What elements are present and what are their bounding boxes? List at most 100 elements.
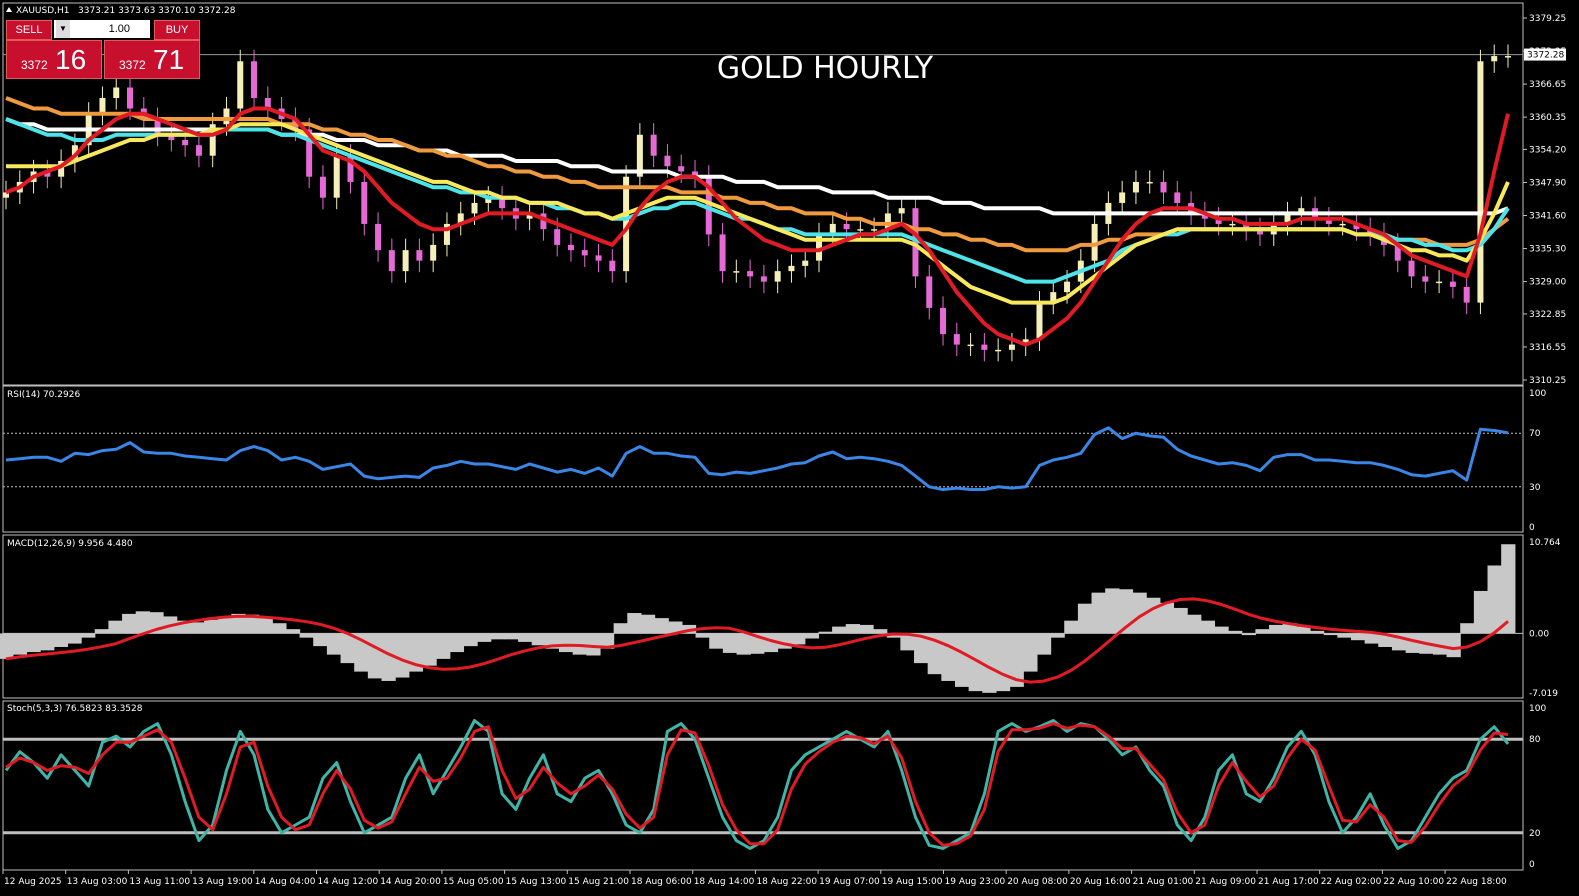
candle-body [1146,181,1153,184]
macd-hist-bar [40,633,55,651]
macd-hist-bar [954,633,970,687]
lot-up-icon[interactable] [134,20,148,38]
macd-hist-bar [613,623,628,634]
time-tick-label: 14 Aug 04:00 [255,877,316,887]
macd-hist-bar [1105,588,1120,634]
rsi-tick-label: 0 [1529,523,1535,533]
time-tick-label: 13 Aug 11:00 [129,877,190,887]
time-tick-label: 12 Aug 2025 [4,877,62,887]
price-tick-label: 3322.85 [1529,310,1566,320]
price-tick-label: 3316.55 [1529,343,1566,353]
macd-title: MACD(12,26,9) 9.956 4.480 [7,539,133,549]
macd-hist-bar [736,633,751,655]
time-tick-label: 22 Aug 02:00 [1321,877,1382,887]
lot-down-icon[interactable]: ▼ [56,20,70,38]
price-tick-label: 3360.35 [1529,113,1566,123]
macd-hist-bar [1446,633,1461,658]
price-tick-label: 3379.25 [1529,14,1566,24]
candle-body [361,181,368,224]
macd-hist-bar [1077,603,1093,634]
macd-hist-bar [436,633,451,659]
lot-size-field[interactable]: ▼ 1.00 [54,20,150,38]
macd-hist-bar [1501,544,1516,634]
rsi-tick-label: 100 [1529,389,1546,399]
candle-body [223,108,230,125]
macd-hist-bar [108,620,123,634]
candle-body [127,87,134,109]
sell-price-box[interactable]: 3372 16 [6,40,102,79]
candle-body [760,276,767,282]
sell-price-small: 3372 [21,58,48,72]
macd-hist-bar [722,633,738,653]
macd-hist-bar [531,633,546,646]
buy-price-small: 3372 [119,58,146,72]
macd-hist-bar [1187,614,1202,634]
macd-hist-bar [832,626,847,634]
macd-hist-bar [845,624,861,634]
candle-body [953,334,960,345]
macd-hist-bar [1036,633,1052,655]
macd-tick-label: -7.019 [1529,689,1558,699]
time-tick-label: 14 Aug 12:00 [318,877,379,887]
candle-body [774,271,781,282]
candle-body [99,98,106,114]
lot-size-value: 1.00 [108,23,130,35]
sell-price-big: 16 [55,44,87,75]
candle-body [981,344,988,350]
macd-hist-bar [640,614,656,634]
time-tick-label: 14 Aug 20:00 [380,877,441,887]
candle-body [650,134,657,156]
macd-hist-bar [859,624,874,634]
candle-body [609,260,616,272]
macd-hist-bar [122,613,137,634]
time-tick-label: 13 Aug 19:00 [192,877,253,887]
buy-price-box[interactable]: 3372 71 [104,40,200,79]
candle-body [678,166,685,172]
price-tick-label: 3310.25 [1529,376,1566,386]
macd-hist-bar [340,633,355,664]
macd-hist-bar [1146,597,1161,634]
macd-hist-bar [627,613,642,634]
macd-hist-bar [1269,624,1284,634]
macd-hist-bar [94,629,110,634]
time-tick-label: 21 Aug 17:00 [1258,877,1319,887]
candle-body [967,344,974,347]
macd-hist-bar [654,618,669,634]
candle-body [1339,223,1346,226]
macd-hist-bar [258,618,273,634]
candle-body [430,244,437,261]
candle-body [940,307,947,335]
macd-hist-bar [53,633,69,647]
time-tick-label: 13 Aug 03:00 [67,877,128,887]
time-tick-label: 18 Aug 14:00 [694,877,755,887]
time-tick-label: 15 Aug 21:00 [568,877,629,887]
candle-body [1449,281,1456,287]
macd-hist-bar [1159,602,1175,634]
chart-title: GOLD HOURLY [717,51,934,86]
macd-hist-bar [1460,623,1475,634]
candle-body [1436,281,1443,284]
candle-body [995,349,1002,352]
macd-hist-bar [709,633,724,649]
candle-body [802,260,809,266]
candle-body [581,250,588,256]
candle-body [1160,181,1167,193]
candle-body [788,265,795,272]
macd-hist-bar [1364,633,1379,644]
time-tick-label: 22 Aug 10:00 [1383,877,1444,887]
macd-hist-bar [190,622,205,634]
macd-hist-bar [0,633,14,659]
one-click-trade-panel: SELL ▼ 1.00 BUY 3372 16 3372 71 [6,20,200,79]
macd-hist-bar [367,633,383,679]
macd-hist-bar [695,633,710,638]
candle-body [471,202,478,214]
candle-body [1229,223,1236,226]
buy-button[interactable]: BUY [154,20,200,40]
candle-body [1036,302,1043,340]
price-tick-label: 3329.00 [1529,278,1566,288]
macd-hist-bar [326,633,342,655]
macd-hist-bar [395,633,410,678]
macd-hist-bar [477,633,492,642]
sell-button[interactable]: SELL [6,20,52,40]
candle-body [333,155,340,198]
